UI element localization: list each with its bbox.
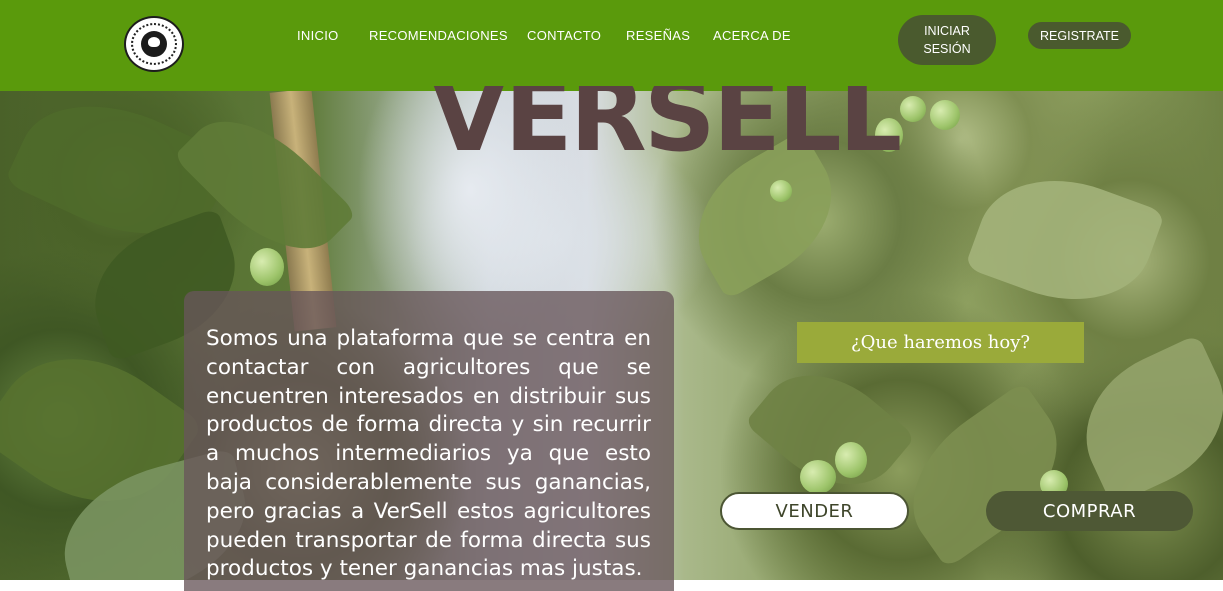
nav-link-contacto[interactable]: CONTACTO	[527, 28, 601, 43]
nav-link-inicio[interactable]: INICIO	[297, 28, 339, 43]
nav-link-recomendaciones[interactable]: RECOMENDACIONES	[369, 28, 508, 43]
logo-core	[141, 31, 167, 57]
tomato	[250, 248, 284, 286]
tomato	[930, 100, 960, 130]
tomato	[800, 460, 836, 494]
question-banner: ¿Que haremos hoy?	[797, 322, 1084, 363]
login-button[interactable]: INICIAR SESIÓN	[898, 15, 996, 65]
leaf	[964, 154, 1166, 326]
tomato	[835, 442, 867, 478]
sell-button[interactable]: VENDER	[720, 492, 909, 530]
nav-link-resenas[interactable]: RESEÑAS	[626, 28, 690, 43]
leaf	[1061, 333, 1223, 507]
register-button[interactable]: REGISTRATE	[1028, 22, 1131, 49]
nav-link-acerca-de[interactable]: ACERCA DE	[713, 28, 791, 43]
about-description: Somos una plataforma que se centra en co…	[206, 326, 651, 582]
tomato	[900, 96, 926, 122]
buy-button[interactable]: COMPRAR	[986, 491, 1193, 531]
tomato	[770, 180, 792, 202]
leaf-emblem-icon[interactable]	[124, 16, 184, 72]
top-navbar: INICIO RECOMENDACIONES CONTACTO RESEÑAS …	[0, 0, 1223, 91]
